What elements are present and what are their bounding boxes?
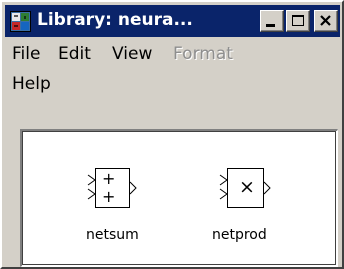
menu-view[interactable]: View	[112, 44, 152, 64]
netsum-block-graphic	[87, 168, 137, 208]
menu-format[interactable]: Format	[173, 44, 233, 64]
netprod-label: netprod	[212, 227, 267, 243]
menu-edit[interactable]: Edit	[58, 44, 91, 64]
minimize-button[interactable]	[260, 10, 284, 32]
simulink-library-icon	[10, 11, 31, 32]
netsum-label: netsum	[86, 227, 139, 243]
library-window: Library: neura... File Edit View Format …	[0, 0, 344, 269]
netprod-times-symbol: ×	[239, 176, 255, 198]
netsum-block[interactable]: + +	[84, 161, 154, 215]
menu-help[interactable]: Help	[12, 74, 51, 94]
netprod-block[interactable]: ×	[215, 161, 285, 215]
maximize-button[interactable]	[286, 10, 310, 32]
menu-bar: File Edit View Format Help	[5, 37, 340, 99]
menu-file[interactable]: File	[12, 44, 40, 64]
title-bar[interactable]: Library: neura...	[5, 5, 340, 37]
window-title: Library: neura...	[37, 10, 193, 30]
close-button[interactable]	[314, 10, 338, 32]
netsum-plus-top: +	[102, 169, 116, 188]
netsum-plus-bottom: +	[102, 187, 116, 206]
library-canvas[interactable]: + + netsum × netprod	[20, 129, 338, 267]
